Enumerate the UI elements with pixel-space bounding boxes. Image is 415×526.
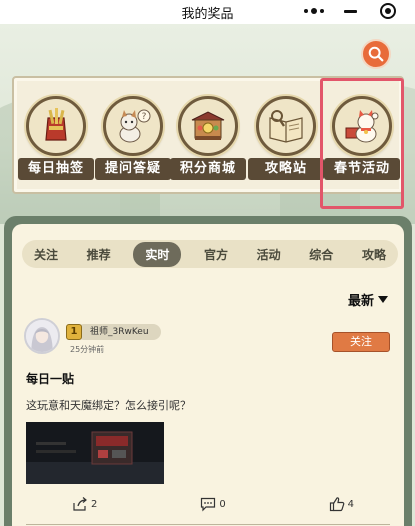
sort-dropdown[interactable]: 最新: [348, 290, 388, 309]
highlight-box: [320, 78, 404, 209]
like-button[interactable]: 4: [329, 496, 354, 512]
tab-guides[interactable]: 攻略: [356, 242, 392, 267]
miniprogram-capsule: [295, 0, 407, 22]
follow-button[interactable]: 关注: [332, 332, 390, 352]
title-bar: 我的奖品: [0, 0, 415, 24]
tab-realtime[interactable]: 实时: [133, 241, 182, 267]
post-image[interactable]: [26, 422, 164, 484]
comment-icon: [201, 497, 216, 512]
search-button[interactable]: [361, 39, 391, 69]
tab-recommend[interactable]: 推荐: [81, 242, 117, 267]
tab-follow[interactable]: 关注: [28, 242, 64, 267]
menu-label: 提问答疑: [95, 158, 171, 180]
fortune-stick-icon: [45, 108, 67, 141]
svg-text:?: ?: [142, 112, 147, 122]
post-time: 25分钟前: [70, 345, 105, 354]
tab-general[interactable]: 综合: [303, 242, 339, 267]
menu-item-qa[interactable]: ? 提问答疑: [95, 96, 171, 180]
search-icon: [368, 46, 384, 62]
username[interactable]: 祖师_3RwKeu: [76, 324, 161, 340]
close-target-icon: [380, 3, 397, 19]
tab-official[interactable]: 官方: [198, 242, 234, 267]
avatar[interactable]: [24, 318, 60, 354]
chevron-down-icon: [378, 296, 388, 303]
more-icon: [303, 8, 324, 14]
menu-item-daily-draw[interactable]: 每日抽签: [18, 96, 94, 180]
like-count: 4: [347, 498, 354, 510]
shop-stall-icon: [191, 111, 225, 140]
menu-label: 攻略站: [248, 158, 324, 180]
minus-icon: [344, 9, 358, 13]
divider: [26, 524, 390, 525]
menu-item-guide[interactable]: 攻略站: [248, 96, 324, 180]
share-count: 2: [91, 498, 98, 510]
share-icon: [73, 497, 87, 511]
more-button[interactable]: [295, 0, 332, 22]
post-body[interactable]: 这玩意和天魔绑定？怎么接引呢？: [26, 397, 191, 413]
tab-events[interactable]: 活动: [251, 242, 287, 267]
thumbs-up-icon: [329, 497, 344, 512]
menu-label: 积分商城: [170, 158, 246, 180]
avatar-portrait-icon: [26, 320, 58, 352]
close-button[interactable]: [370, 0, 407, 22]
cat-question-icon: ?: [119, 109, 151, 143]
comment-button[interactable]: 0: [200, 496, 226, 512]
sort-label: 最新: [347, 294, 374, 309]
post-actions: 2 0 4: [72, 496, 354, 512]
menu-item-points-shop[interactable]: 积分商城: [170, 96, 246, 180]
menu-label: 每日抽签: [18, 158, 94, 180]
share-button[interactable]: 2: [72, 496, 97, 512]
guide-book-icon: [269, 110, 303, 143]
post-title[interactable]: 每日一贴: [26, 370, 74, 387]
feed-content: 关注 推荐 实时 官方 活动 综合 攻略 最新 祖师_3RwKeu 1 25分钟…: [12, 224, 404, 526]
comment-count: 0: [219, 498, 226, 510]
category-tabs: 关注 推荐 实时 官方 活动 综合 攻略: [22, 240, 398, 268]
game-screenshot-thumbnail: [26, 422, 164, 484]
minimize-button[interactable]: [332, 0, 369, 22]
level-badge: 1: [66, 324, 82, 340]
feed-panel: 关注 推荐 实时 官方 活动 综合 攻略 最新 祖师_3RwKeu 1 25分钟…: [4, 216, 412, 526]
